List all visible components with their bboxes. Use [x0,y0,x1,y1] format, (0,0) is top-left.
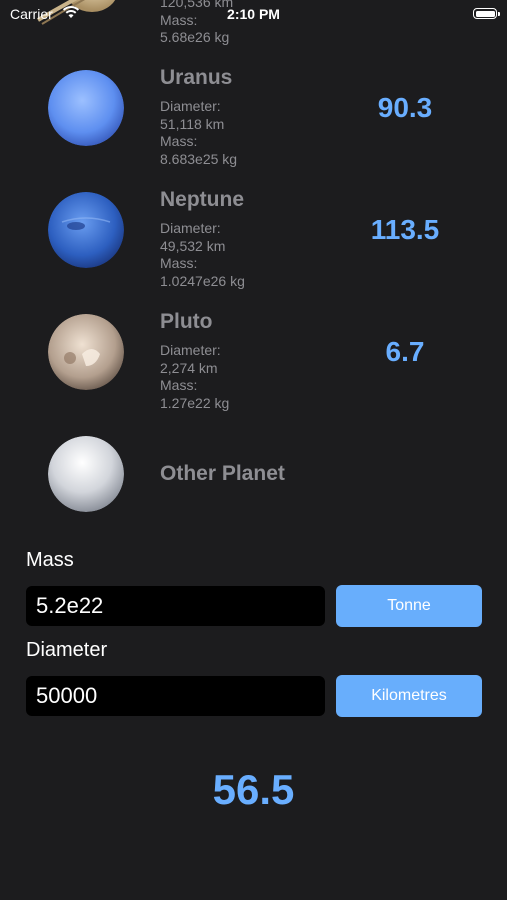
planet-name: Uranus [160,66,233,89]
diameter-input[interactable]: 50000 [26,676,325,716]
other-planet-image [48,436,124,512]
battery-icon [473,8,500,19]
diameter-label: Diameter: [160,342,221,358]
diameter-label: Diameter: [160,98,221,114]
uranus-image [48,70,124,146]
diameter-field-label: Diameter [26,639,108,661]
planet-row-neptune[interactable]: Neptune Diameter: 49,532 km Mass: 1.0247… [0,172,507,290]
planet-name: Neptune [160,188,244,211]
diameter-label: Diameter: [160,220,221,236]
neptune-image [48,192,124,268]
mass-label: Mass: [160,133,198,149]
app-screen: 120,536 km Mass: 5.68e26 kg Carrier 2:10… [0,0,507,900]
mass-label: Mass: [160,255,198,271]
planet-info: Diameter: 49,532 km Mass: 1.0247e26 kg [160,220,245,290]
diameter-value: 2,274 km [160,359,218,376]
planet-info: Diameter: 51,118 km Mass: 8.683e25 kg [160,98,237,168]
planet-info: Diameter: 2,274 km Mass: 1.27e22 kg [160,342,229,412]
diameter-unit-button[interactable]: Kilometres [336,675,482,717]
pluto-image [48,314,124,390]
planet-value: 113.5 [370,214,440,245]
mass-field-label: Mass [26,549,74,571]
diameter-value: 49,532 km [160,237,226,254]
planet-name: Other Planet [160,462,285,485]
status-bar: Carrier 2:10 PM [0,0,507,30]
planet-name: Pluto [160,310,213,333]
mass-unit-button[interactable]: Tonne [336,585,482,627]
mass-input[interactable]: 5.2e22 [26,586,325,626]
saturn-mass-value: 5.68e26 kg [160,29,230,45]
clock: 2:10 PM [227,6,280,22]
planet-row-pluto[interactable]: Pluto Diameter: 2,274 km Mass: 1.27e22 k… [0,294,507,412]
planet-row-uranus[interactable]: Uranus Diameter: 51,118 km Mass: 8.683e2… [0,50,507,168]
mass-value: 8.683e25 kg [160,150,238,167]
planet-value: 6.7 [385,336,425,367]
planet-row-other[interactable]: Other Planet [0,416,507,534]
mass-value: 1.0247e26 kg [160,272,245,289]
planet-value: 90.3 [377,92,433,123]
result-value: 56.5 [212,766,295,813]
mass-value: 1.27e22 kg [160,394,230,411]
diameter-value: 51,118 km [160,115,225,132]
mass-label: Mass: [160,377,198,393]
